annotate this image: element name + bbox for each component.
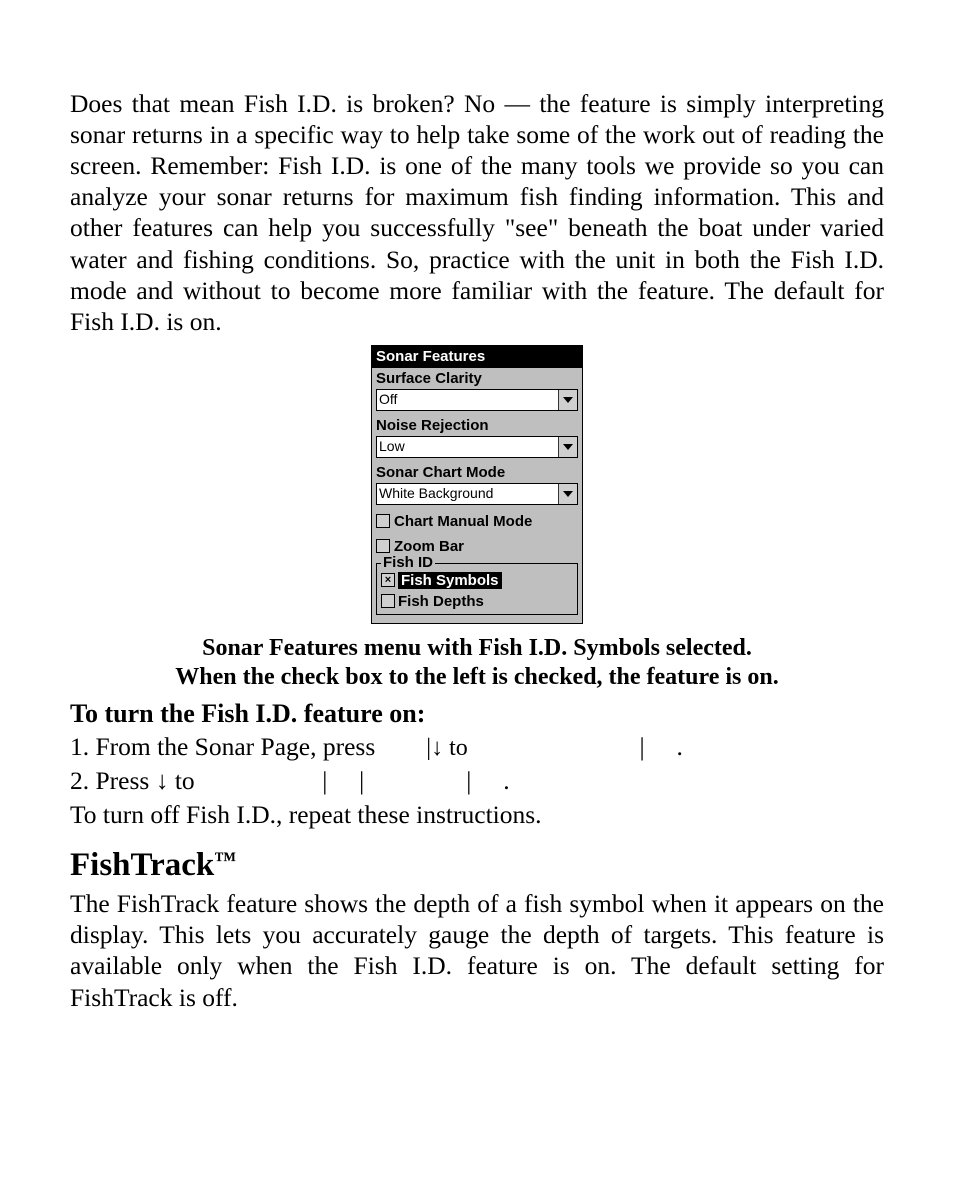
turn-off-note: To turn off Fish I.D., repeat these inst…	[70, 799, 884, 831]
intro-paragraph: Does that mean Fish I.D. is broken? No —…	[70, 88, 884, 337]
noise-rejection-dropdown[interactable]: Low	[376, 436, 578, 458]
chevron-down-icon[interactable]	[558, 390, 577, 410]
figure-caption: Sonar Features menu with Fish I.D. Symbo…	[70, 634, 884, 692]
sonar-chart-mode-dropdown[interactable]: White Background	[376, 483, 578, 505]
caption-line-1: Sonar Features menu with Fish I.D. Symbo…	[202, 635, 752, 661]
chevron-down-icon[interactable]	[558, 437, 577, 457]
fishtrack-heading: FishTrack™	[70, 847, 884, 884]
fish-depths-row[interactable]: Fish Depths	[381, 591, 573, 612]
step-2: 2. Press ↓ to | | | .	[70, 765, 884, 797]
trademark-icon: ™	[214, 847, 236, 872]
noise-rejection-value: Low	[377, 437, 558, 457]
fish-symbols-row[interactable]: Fish Symbols	[381, 570, 573, 591]
checkbox-unchecked-icon[interactable]	[381, 594, 395, 608]
fish-depths-label: Fish Depths	[398, 593, 484, 610]
down-arrow-icon: |↓ to	[426, 735, 473, 761]
sonar-chart-mode-value: White Background	[377, 484, 558, 504]
panel-title: Sonar Features	[372, 346, 582, 368]
chart-manual-mode-row[interactable]: Chart Manual Mode	[372, 509, 582, 534]
fish-id-legend: Fish ID	[381, 554, 435, 571]
surface-clarity-dropdown[interactable]: Off	[376, 389, 578, 411]
surface-clarity-value: Off	[377, 390, 558, 410]
fish-symbols-label: Fish Symbols	[398, 572, 502, 589]
checkbox-unchecked-icon[interactable]	[376, 514, 390, 528]
checkbox-checked-icon[interactable]	[381, 573, 395, 587]
surface-clarity-label: Surface Clarity	[372, 368, 582, 389]
chart-manual-mode-label: Chart Manual Mode	[394, 513, 532, 530]
page: Does that mean Fish I.D. is broken? No —…	[0, 0, 954, 1013]
turn-on-heading: To turn the Fish I.D. feature on:	[70, 699, 884, 729]
step-1: 1. From the Sonar Page, press |↓ to | .	[70, 731, 884, 763]
figure-wrap: Sonar Features Surface Clarity Off Noise…	[70, 345, 884, 624]
sonar-features-panel: Sonar Features Surface Clarity Off Noise…	[371, 345, 583, 624]
fish-id-group: Fish ID Fish Symbols Fish Depths	[376, 563, 578, 615]
chevron-down-icon[interactable]	[558, 484, 577, 504]
fishtrack-paragraph: The FishTrack feature shows the depth of…	[70, 888, 884, 1012]
noise-rejection-label: Noise Rejection	[372, 415, 582, 436]
zoom-bar-label: Zoom Bar	[394, 538, 464, 555]
caption-line-2: When the check box to the left is checke…	[175, 664, 779, 690]
checkbox-unchecked-icon[interactable]	[376, 539, 390, 553]
sonar-chart-mode-label: Sonar Chart Mode	[372, 462, 582, 483]
